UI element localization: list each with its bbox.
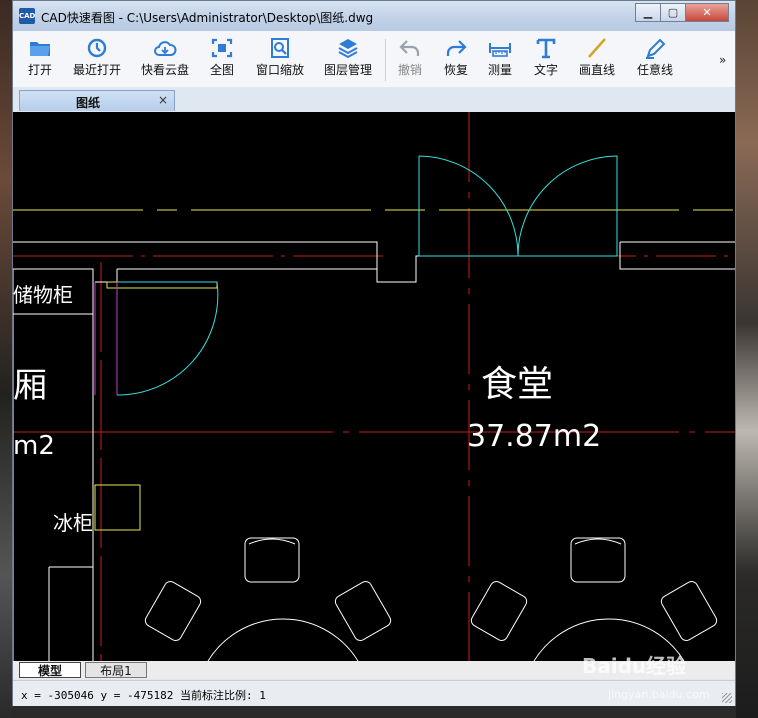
maximize-icon: ▢ [667, 6, 679, 19]
text-icon [536, 38, 556, 59]
magenta-wall [94, 282, 118, 395]
ruler-icon [489, 43, 511, 57]
side-room-area-label: m2 [13, 431, 55, 461]
text-button[interactable]: 文字 [531, 37, 561, 83]
folder-open-icon [30, 42, 50, 56]
layers-label: 图层管理 [323, 63, 372, 77]
redo-icon [446, 40, 467, 56]
pen-icon [646, 38, 666, 59]
dining-tables [144, 537, 718, 661]
fit-screen-icon [211, 38, 233, 58]
cloud-icon [154, 41, 177, 56]
toolbar: 打开 最近打开 快看云盘 全图 窗口缩放 图层管理 撤销 恢复 测量 文字 画直… [13, 31, 735, 88]
title-bar[interactable]: CAD CAD快速看图 - C:\Users\Administrator\Des… [13, 1, 735, 31]
tab-drawing-label: 图纸 [76, 96, 101, 110]
freehand-button[interactable]: 任意线 [635, 37, 675, 83]
measure-button[interactable]: 测量 [485, 37, 515, 83]
window-zoom-button[interactable]: 窗口缩放 [253, 37, 307, 83]
baidu-watermark-url: jingyan.baidu.com [608, 688, 710, 701]
cloud-button[interactable]: 快看云盘 [139, 37, 191, 83]
resize-grip[interactable] [722, 693, 732, 703]
cloud-label: 快看云盘 [140, 63, 189, 77]
text-label: 文字 [533, 63, 558, 77]
recent-button[interactable]: 最近打开 [69, 37, 125, 83]
freehand-label: 任意线 [636, 63, 673, 77]
fridge-label: 冰柜 [53, 511, 93, 535]
maximize-button[interactable]: ▢ [660, 3, 686, 22]
open-button[interactable]: 打开 [23, 37, 57, 83]
drawing-canvas[interactable]: 食堂 37.87m2 储物柜 厢 m2 冰柜 [13, 112, 735, 661]
undo-button[interactable]: 撤销 [395, 37, 425, 83]
minimize-icon: ▁ [643, 6, 653, 19]
measure-label: 测量 [487, 63, 512, 77]
close-button[interactable]: ✕ [685, 3, 729, 22]
door-swings [116, 155, 618, 396]
toolbar-more-button[interactable]: » [719, 53, 726, 67]
toolbar-separator [385, 39, 386, 81]
baidu-watermark-logo: Baidu经验 [582, 654, 687, 678]
open-label: 打开 [27, 63, 52, 77]
walls [13, 241, 735, 661]
undo-icon [399, 40, 420, 56]
fullview-label: 全图 [209, 63, 234, 77]
window-title: CAD快速看图 - C:\Users\Administrator\Desktop… [41, 11, 374, 25]
zoom-window-icon [271, 38, 289, 58]
coordinate-readout: x = -305046 y = -475182 [21, 689, 174, 702]
layers-button[interactable]: 图层管理 [321, 37, 375, 83]
recent-label: 最近打开 [72, 63, 121, 77]
app-window: CAD CAD快速看图 - C:\Users\Administrator\Des… [12, 0, 736, 706]
side-room-label: 厢 [13, 366, 47, 406]
desktop-background-left [0, 0, 12, 718]
tab-model[interactable]: 模型 [19, 662, 81, 678]
close-icon: ✕ [702, 6, 712, 19]
window-controls: ▁ ▢ ✕ [635, 3, 729, 23]
scale-value: 1 [259, 689, 266, 702]
axis-lines [13, 112, 735, 661]
layers-icon [338, 39, 358, 59]
tab-layout1[interactable]: 布局1 [85, 662, 147, 678]
fullview-button[interactable]: 全图 [207, 37, 237, 83]
app-logo-icon: CAD [19, 8, 35, 24]
room-area-label: 37.87m2 [467, 419, 601, 454]
redo-button[interactable]: 恢复 [441, 37, 471, 83]
redo-label: 恢复 [443, 63, 468, 77]
history-icon [87, 38, 107, 58]
minimize-button[interactable]: ▁ [635, 3, 661, 22]
line-label: 画直线 [578, 63, 615, 77]
desktop-background-right [736, 0, 758, 718]
cabinet-label: 储物柜 [13, 283, 73, 307]
tab-close-icon[interactable]: × [158, 93, 168, 107]
undo-label: 撤销 [397, 63, 422, 77]
yellow-lines [13, 209, 733, 531]
room-name-label: 食堂 [481, 364, 553, 405]
line-icon [588, 38, 606, 58]
tab-drawing[interactable]: 图纸 × [19, 90, 175, 111]
status-text: x = -305046 y = -475182 当前标注比例: 1 [21, 687, 266, 703]
scale-label: 当前标注比例: [179, 689, 253, 702]
cad-drawing[interactable]: 食堂 37.87m2 储物柜 厢 m2 冰柜 [13, 112, 735, 661]
window-zoom-label: 窗口缩放 [255, 63, 304, 77]
document-tab-bar: 图纸 × [13, 87, 735, 112]
line-button[interactable]: 画直线 [577, 37, 617, 83]
